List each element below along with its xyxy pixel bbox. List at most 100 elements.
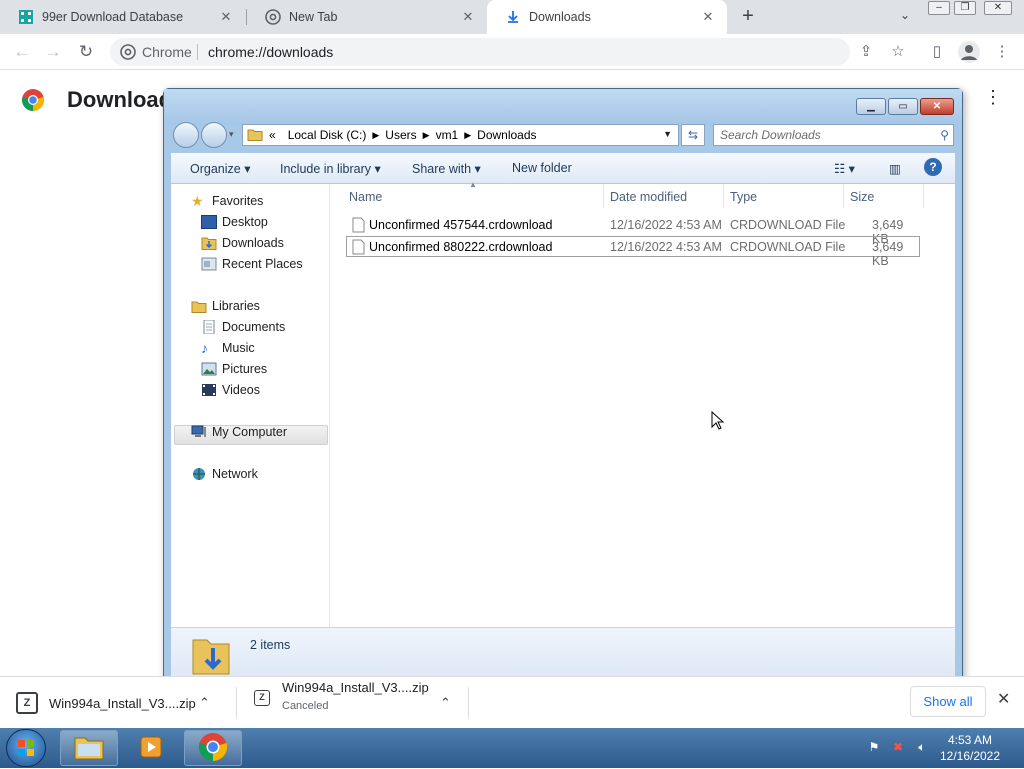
help-icon[interactable]: ? [924,158,942,176]
file-row[interactable]: Unconfirmed 880222.crdownload 12/16/2022… [346,236,920,268]
nav-music[interactable]: ♪ Music [201,341,255,355]
breadcrumb-arrow-icon[interactable]: ▶ [372,130,379,141]
back-button[interactable]: ← [12,42,32,62]
music-note-icon: ♪ [201,340,208,356]
tab-99er[interactable]: 99er Download Database ✕ [0,0,245,34]
download-item[interactable]: Z Win994a_Install_V3....zip Canceled ⌃ [254,677,454,729]
share-with-button[interactable]: Share with ▾ [412,161,481,176]
refresh-button[interactable]: ⇆ [681,124,705,146]
close-tab-icon[interactable]: ✕ [699,8,717,26]
star-icon: ★ [191,193,204,209]
breadcrumb-arrow-icon[interactable]: ▶ [423,130,430,141]
nav-my-computer[interactable]: My Computer [191,425,287,439]
preview-pane-icon[interactable]: ▥ [889,161,901,176]
recent-places-icon [201,257,217,271]
nav-videos[interactable]: Videos [201,383,260,397]
search-icon[interactable]: ⚲ [940,128,949,142]
more-actions-kebab-icon[interactable]: ⋮ [984,87,1002,108]
file-date: 12/16/2022 4:53 AM [610,218,722,232]
profile-avatar-icon[interactable] [958,41,980,63]
download-options-chevron-icon[interactable]: ⌃ [440,695,451,711]
tab-search-chevron-icon[interactable]: ⌄ [896,8,914,26]
nav-pictures[interactable]: Pictures [201,362,267,376]
volume-icon[interactable]: 🔈︎ [914,740,930,756]
menu-kebab-icon[interactable]: ⋮ [993,43,1011,61]
nav-network[interactable]: Network [191,467,258,481]
new-folder-button[interactable]: New folder [512,161,572,175]
restore-button[interactable]: ❐ [954,1,976,15]
network-status-icon[interactable]: ✖ [890,740,906,756]
download-shelf: Z Win994a_Install_V3....zip ⌃ Z Win994a_… [0,676,1024,728]
breadcrumb-overflow[interactable]: « [269,128,276,142]
breadcrumb-downloads[interactable]: Downloads [477,128,536,142]
close-tab-icon[interactable]: ✕ [217,8,235,26]
download-status: Canceled [282,700,329,712]
column-size[interactable]: Size [850,190,874,204]
close-tab-icon[interactable]: ✕ [459,8,477,26]
column-name[interactable]: Name [349,190,382,204]
close-shelf-icon[interactable]: ✕ [997,689,1010,709]
explorer-minimize-button[interactable]: ▁ [856,98,886,115]
address-dropdown-icon[interactable]: ▼ [663,129,672,139]
recent-pages-chevron-icon[interactable]: ▾ [229,129,234,140]
address-bar[interactable]: Chrome chrome://downloads [110,38,850,66]
column-date-modified[interactable]: Date modified [610,190,687,204]
share-icon[interactable]: ⇪ [857,43,875,61]
browser-toolbar: ← → ↻ Chrome chrome://downloads ⇪ ☆ ▯ ⋮ [0,34,1024,70]
breadcrumb-users[interactable]: Users [385,128,416,142]
file-icon [352,239,365,258]
bookmark-star-icon[interactable]: ☆ [889,43,907,61]
zip-file-icon: Z [16,692,38,714]
include-in-library-button[interactable]: Include in library ▾ [280,161,381,176]
start-button[interactable] [6,729,46,767]
search-input[interactable]: Search Downloads ⚲ [713,124,954,146]
nav-documents[interactable]: Documents [201,319,285,335]
column-divider[interactable] [843,184,844,208]
new-tab-button[interactable]: + [738,6,758,26]
nav-recent-places[interactable]: Recent Places [201,257,303,271]
file-row[interactable]: Unconfirmed 457544.crdownload 12/16/2022… [347,215,920,246]
organize-button[interactable]: Organize ▾ [190,161,250,176]
breadcrumb-arrow-icon[interactable]: ▶ [464,130,471,141]
column-divider[interactable] [923,184,924,208]
forward-button[interactable] [201,122,227,148]
file-name: Unconfirmed 457544.crdownload [369,218,553,232]
reload-button[interactable]: ↻ [76,42,96,62]
download-options-chevron-icon[interactable]: ⌃ [199,695,210,711]
column-type[interactable]: Type [730,190,757,204]
tab-title: New Tab [289,10,338,24]
taskbar-explorer[interactable] [60,730,118,766]
breadcrumb-vm1[interactable]: vm1 [436,128,459,142]
system-clock[interactable]: 4:53 AM 12/16/2022 [930,732,1010,764]
download-item[interactable]: Z Win994a_Install_V3....zip ⌃ [16,677,234,729]
side-panel-icon[interactable]: ▯ [928,43,946,61]
breadcrumb[interactable]: « Local Disk (C:) ▶ Users ▶ vm1 ▶ Downlo… [242,124,679,146]
tab-strip: 99er Download Database ✕ New Tab ✕ Downl… [0,0,1024,34]
column-divider[interactable] [603,184,604,208]
explorer-titlebar[interactable]: ▁ ▭ ✕ [164,89,962,125]
view-options-icon[interactable]: ☷ ▾ [834,161,855,176]
close-window-button[interactable]: ✕ [984,1,1012,15]
nav-downloads[interactable]: Downloads [201,236,284,250]
show-all-button[interactable]: Show all [910,686,986,717]
tab-downloads[interactable]: Downloads ✕ [487,0,727,34]
explorer-close-button[interactable]: ✕ [920,98,954,115]
shelf-divider [236,687,237,719]
forward-button[interactable]: → [43,42,63,62]
search-placeholder: Search Downloads [720,128,821,142]
explorer-maximize-button[interactable]: ▭ [888,98,918,115]
nav-desktop[interactable]: Desktop [201,215,268,229]
action-center-icon[interactable]: ⚑ [866,740,882,756]
taskbar-chrome[interactable] [184,730,242,766]
file-icon [352,217,365,236]
tab-new-tab[interactable]: New Tab ✕ [247,0,487,34]
download-name: Win994a_Install_V3....zip [49,695,196,711]
back-button[interactable] [173,122,199,148]
breadcrumb-local-disk[interactable]: Local Disk (C:) [288,128,367,142]
nav-libraries[interactable]: Libraries [191,299,260,313]
omnibox-divider [197,44,198,60]
taskbar-media-player[interactable] [122,730,180,766]
nav-favorites[interactable]: ★ Favorites [191,194,263,208]
column-divider[interactable] [723,184,724,208]
minimize-button[interactable]: – [928,1,950,15]
